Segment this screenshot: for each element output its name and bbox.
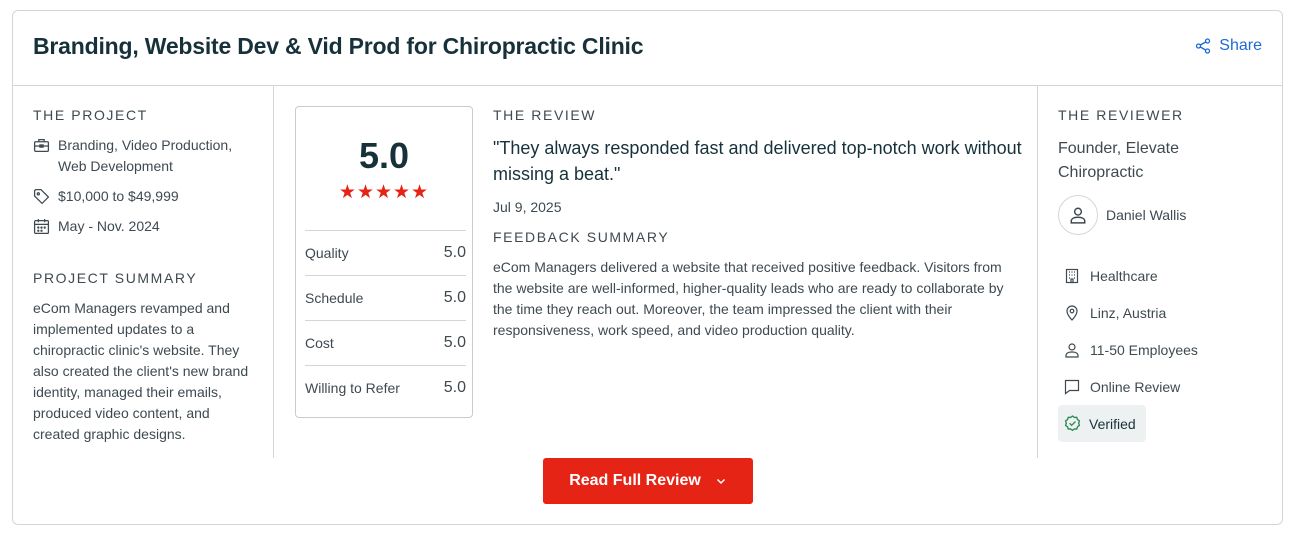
review-quote: "They always responded fast and delivere… — [493, 138, 1022, 184]
project-dates-text: May - Nov. 2024 — [58, 218, 160, 234]
share-button[interactable]: Share — [1195, 37, 1262, 55]
review-date: Jul 9, 2025 — [493, 199, 562, 215]
project-budget: $10,000 to $49,999 — [33, 186, 263, 207]
price-tag-icon — [33, 188, 50, 205]
reviewer-name: Daniel Wallis — [1106, 207, 1187, 223]
score-row-cost: Cost 5.0 — [305, 320, 466, 365]
rating-box: 5.0 ★★★★★ Quality 5.0 Schedule 5.0 Cost … — [295, 106, 473, 418]
building-icon — [1065, 268, 1079, 283]
feedback-summary-label: FEEDBACK SUMMARY — [493, 229, 670, 245]
score-label: Quality — [305, 245, 349, 261]
person-icon — [1065, 342, 1079, 358]
reviewer-industry: Healthcare — [1058, 257, 1268, 294]
reviewer-location: Linz, Austria — [1058, 294, 1268, 331]
chevron-down-icon — [716, 478, 725, 485]
score-label: Schedule — [305, 290, 364, 306]
verified-text: Verified — [1089, 415, 1136, 432]
feedback-summary: eCom Managers delivered a website that r… — [493, 259, 1004, 338]
calendar-icon — [33, 219, 50, 235]
card-header: Branding, Website Dev & Vid Prod for Chi… — [13, 11, 1282, 86]
score-row-willing-to-refer: Willing to Refer 5.0 — [305, 365, 466, 410]
reviewer-info-list: Healthcare Linz, Austria 11-50 Employees… — [1058, 257, 1268, 442]
share-icon — [1196, 38, 1211, 54]
review-title: Branding, Website Dev & Vid Prod for Chi… — [33, 33, 644, 59]
review-card: Branding, Website Dev & Vid Prod for Chi… — [12, 10, 1283, 525]
avatar — [1058, 195, 1098, 235]
score-value: 5.0 — [443, 379, 466, 396]
divider — [273, 86, 274, 458]
reviewer-section-label: THE REVIEWER — [1058, 107, 1184, 123]
review-section-label: THE REVIEW — [493, 107, 597, 123]
project-summary-label: PROJECT SUMMARY — [33, 270, 198, 286]
reviewer-review-type-text: Online Review — [1090, 378, 1181, 395]
project-summary: eCom Managers revamped and implemented u… — [33, 300, 249, 442]
briefcase-icon — [33, 139, 50, 152]
reviewer-company-size: 11-50 Employees — [1058, 331, 1268, 368]
score-value: 5.0 — [443, 244, 466, 261]
reviewer-location-text: Linz, Austria — [1090, 304, 1167, 321]
location-pin-icon — [1066, 304, 1078, 321]
share-label: Share — [1219, 37, 1262, 54]
review-section: THE REVIEW "They always responded fast a… — [493, 107, 1023, 341]
verified-badge: Verified — [1058, 405, 1146, 442]
divider — [1037, 86, 1038, 458]
score-value: 5.0 — [443, 334, 466, 351]
score-row-schedule: Schedule 5.0 — [305, 275, 466, 320]
project-services-text: Branding, Video Production, Web Developm… — [58, 137, 233, 174]
reviewer-review-type: Online Review — [1058, 368, 1268, 405]
reviewer-industry-text: Healthcare — [1090, 267, 1158, 284]
project-dates: May - Nov. 2024 — [33, 216, 263, 237]
verified-check-icon — [1064, 415, 1081, 432]
overall-rating: 5.0 — [358, 135, 410, 176]
score-label: Cost — [305, 335, 334, 351]
score-row-quality: Quality 5.0 — [305, 230, 466, 275]
read-full-review-button[interactable]: Read Full Review — [543, 458, 753, 504]
project-section: THE PROJECT Branding, Video Production, … — [33, 107, 263, 445]
chat-bubble-icon — [1064, 379, 1080, 395]
project-budget-text: $10,000 to $49,999 — [58, 188, 179, 204]
star-rating: ★★★★★ — [338, 182, 430, 203]
reviewer-company-size-text: 11-50 Employees — [1090, 341, 1198, 358]
reviewer-title: Founder, Elevate Chiropractic — [1058, 140, 1179, 181]
project-services: Branding, Video Production, Web Developm… — [33, 135, 263, 177]
read-full-review-label: Read Full Review — [569, 472, 701, 489]
score-value: 5.0 — [443, 289, 466, 306]
user-icon — [1070, 207, 1086, 224]
reviewer-person: Daniel Wallis — [1058, 195, 1268, 235]
score-label: Willing to Refer — [305, 380, 400, 396]
project-section-label: THE PROJECT — [33, 107, 148, 123]
reviewer-section: THE REVIEWER Founder, Elevate Chiropract… — [1058, 107, 1268, 442]
score-table: Quality 5.0 Schedule 5.0 Cost 5.0 Willin… — [305, 230, 466, 410]
